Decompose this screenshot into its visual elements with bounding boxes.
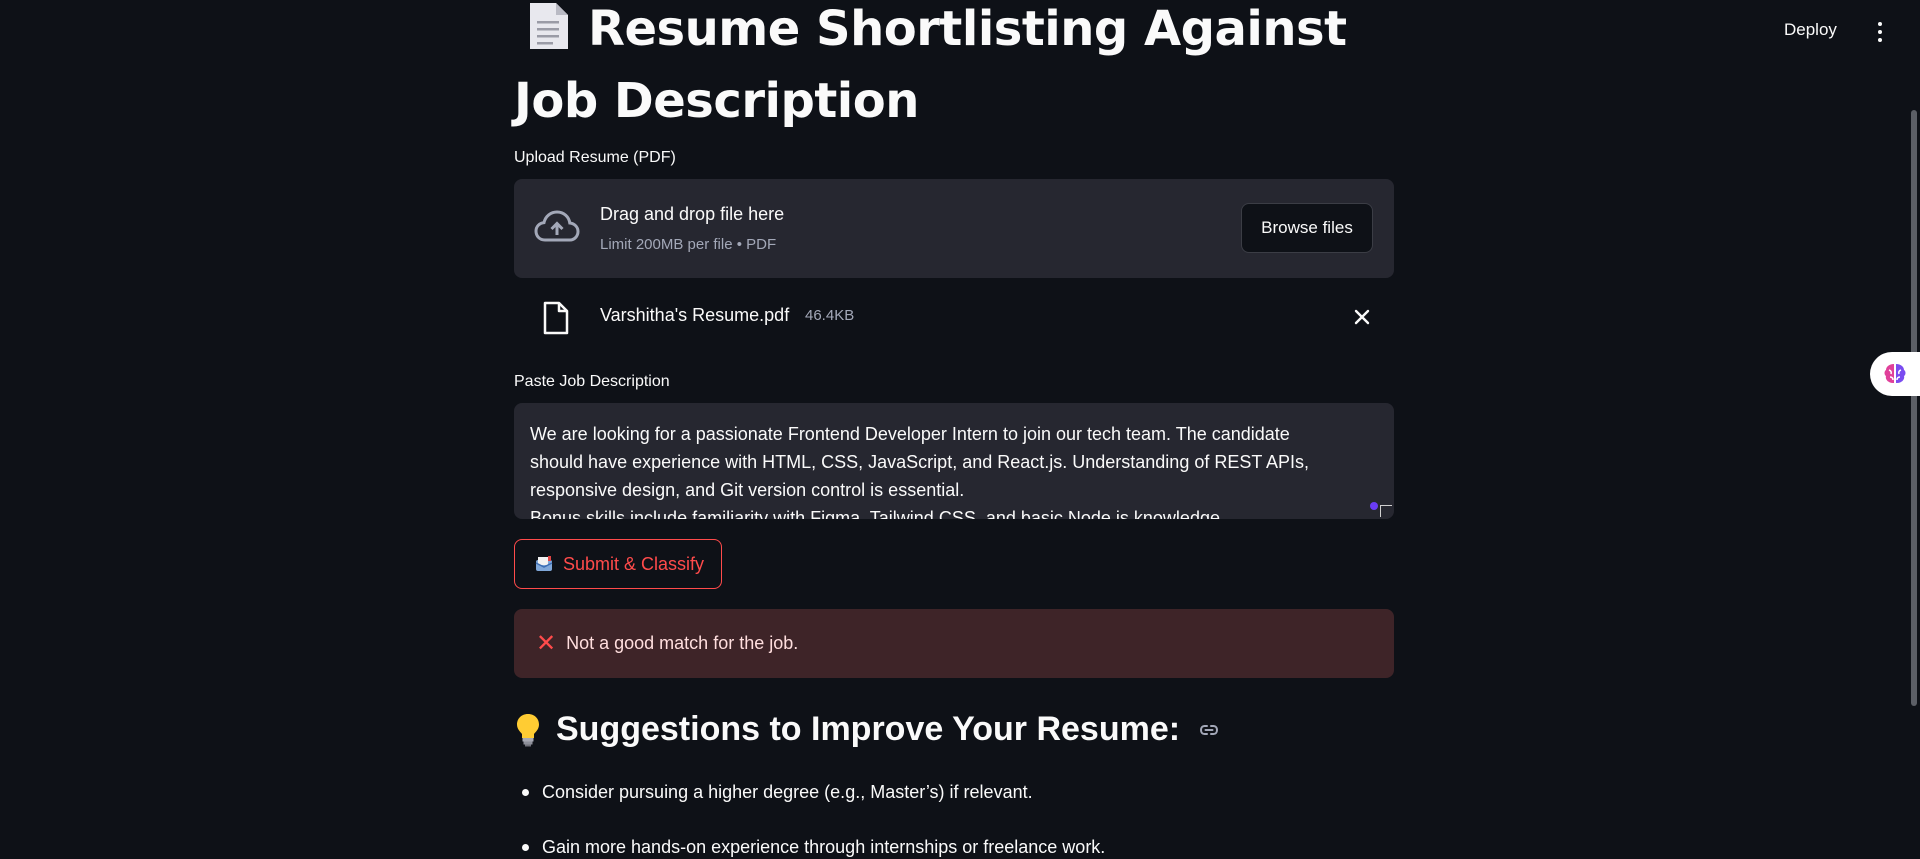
light-bulb-icon (517, 713, 539, 746)
file-icon (543, 301, 569, 335)
job-description-line: We are looking for a passionate Frontend… (530, 424, 1290, 444)
job-description-line: Bonus skills include familiarity with Fi… (530, 508, 1225, 519)
kebab-menu-icon[interactable] (1872, 18, 1888, 46)
submit-label: Submit & Classify (563, 553, 705, 574)
job-description-line: should have experience with HTML, CSS, J… (530, 452, 1310, 472)
deploy-button[interactable]: Deploy (1784, 20, 1837, 40)
brain-icon (1884, 364, 1906, 383)
resize-handle[interactable] (1380, 505, 1392, 517)
cloud-upload-icon (534, 210, 580, 242)
list-item: Consider pursuing a higher degree (e.g.,… (514, 780, 1394, 804)
cross-mark-icon: ✕ (536, 629, 557, 657)
suggestions-list: Consider pursuing a higher degree (e.g.,… (514, 780, 1394, 859)
file-name: Varshitha's Resume.pdf (600, 305, 790, 325)
list-item: Gain more hands-on experience through in… (514, 835, 1394, 859)
suggestions-heading-text: Suggestions to Improve Your Resume: (556, 710, 1181, 748)
dropzone-title: Drag and drop file here (600, 204, 785, 224)
file-size: 46.4KB (805, 307, 855, 324)
browse-files-button[interactable]: Browse files (1241, 203, 1373, 253)
page-title: Resume Shortlisting Against Job Descript… (514, 0, 1414, 134)
close-icon[interactable] (1350, 305, 1374, 329)
result-message: Not a good match for the job. (566, 633, 799, 653)
job-description-textarea[interactable]: We are looking for a passionate Frontend… (514, 403, 1394, 519)
document-icon (526, 1, 570, 68)
page-title-text: Resume Shortlisting Against Job Descript… (514, 1, 1347, 129)
scrollbar-thumb[interactable] (1911, 110, 1917, 706)
upload-label: Upload Resume (PDF) (514, 149, 676, 166)
app-page: Deploy Resume Shortlisting Against Job D… (0, 0, 1920, 859)
uploaded-file-row: Varshitha's Resume.pdf 46.4KB (514, 296, 1394, 340)
job-description-label: Paste Job Description (514, 373, 670, 390)
mailbox-icon (535, 556, 553, 571)
dropzone-subtitle: Limit 200MB per file • PDF (600, 236, 777, 253)
suggestions-heading: Suggestions to Improve Your Resume: (514, 710, 1220, 749)
link-icon[interactable] (1198, 719, 1220, 741)
file-dropzone[interactable]: Drag and drop file here Limit 200MB per … (514, 179, 1394, 278)
floating-assistant-button[interactable] (1870, 352, 1920, 396)
focus-indicator-dot (1370, 502, 1378, 510)
submit-classify-button[interactable]: Submit & Classify (514, 539, 722, 589)
result-alert: ✕ Not a good match for the job. (514, 609, 1394, 678)
job-description-line: responsive design, and Git version contr… (530, 480, 965, 500)
